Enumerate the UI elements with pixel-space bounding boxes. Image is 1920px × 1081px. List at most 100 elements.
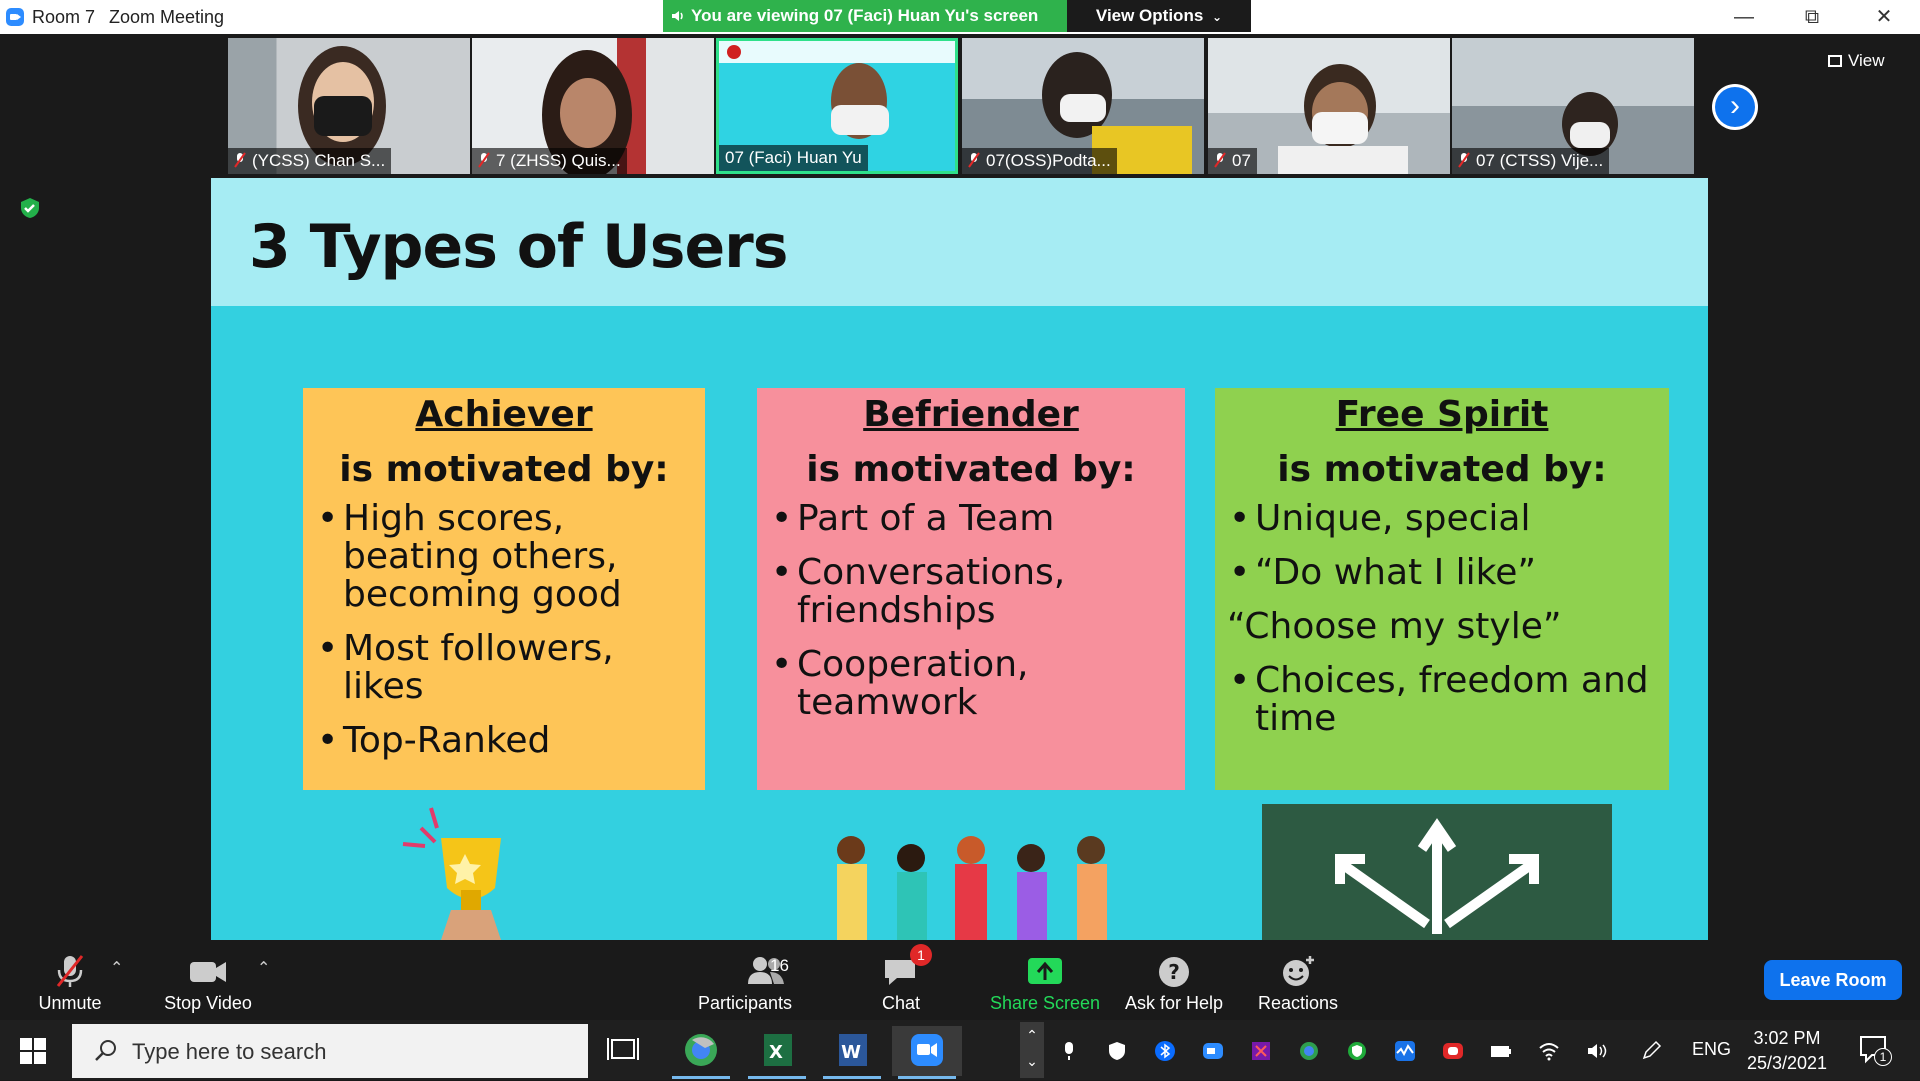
muted-mic-icon xyxy=(968,152,980,168)
browser-app-icon[interactable] xyxy=(666,1026,736,1079)
list-item: High scores, beating others, becoming go… xyxy=(303,500,705,614)
card-list: Unique, special “Do what I like” “Choose… xyxy=(1215,500,1669,738)
participants-count: 16 xyxy=(770,956,789,975)
list-item: Unique, special xyxy=(1215,500,1669,539)
stop-video-button[interactable]: Stop Video xyxy=(150,940,266,1020)
search-icon xyxy=(95,1040,116,1061)
muted-mic-icon xyxy=(478,152,490,168)
pen-tray-icon[interactable] xyxy=(1640,1040,1662,1062)
card-heading: Free Spirit xyxy=(1335,394,1549,435)
chat-button[interactable]: 1 Chat xyxy=(866,940,936,1020)
participant-name-tag: 07(OSS)Podta... xyxy=(962,148,1117,174)
taskbar-clock[interactable]: 3:02 PM 25/3/2021 xyxy=(1742,1026,1832,1076)
muted-mic-icon xyxy=(234,152,246,168)
participant-thumbnail[interactable]: (YCSS) Chan S... xyxy=(228,38,470,174)
wifi-tray-icon[interactable] xyxy=(1538,1040,1560,1062)
ask-for-help-button[interactable]: ? Ask for Help xyxy=(1116,940,1232,1020)
ask-for-help-label: Ask for Help xyxy=(1124,993,1224,1013)
participant-name-tag: 07 (CTSS) Vije... xyxy=(1452,148,1610,174)
onenote-tray-icon[interactable] xyxy=(1250,1040,1272,1062)
minimize-button[interactable]: — xyxy=(1716,0,1772,34)
participant-name-tag: 07 (Faci) Huan Yu xyxy=(719,145,868,171)
participant-name-tag: 7 (ZHSS) Quis... xyxy=(472,148,627,174)
participants-button[interactable]: 16 Participants xyxy=(680,940,810,1020)
participant-name: 07 (CTSS) Vije... xyxy=(1476,151,1604,170)
volume-tray-icon[interactable] xyxy=(1586,1040,1608,1062)
participant-thumbnail[interactable]: 7 (ZHSS) Quis... xyxy=(472,38,714,174)
muted-mic-icon xyxy=(1214,152,1226,168)
slide-header: 3 Types of Users xyxy=(211,178,1708,306)
card-list: Part of a Team Conversations, friendship… xyxy=(757,500,1185,722)
battery-tray-icon[interactable] xyxy=(1490,1040,1512,1062)
chevron-down-icon: ⌄ xyxy=(1212,10,1223,24)
input-language[interactable]: ENG xyxy=(1692,1039,1731,1060)
grid-icon xyxy=(1828,55,1842,67)
view-options-button[interactable]: View Options ⌄ xyxy=(1067,0,1251,32)
card-list: High scores, beating others, becoming go… xyxy=(303,500,705,761)
view-layout-button[interactable]: View xyxy=(1828,46,1910,76)
clock-date: 25/3/2021 xyxy=(1746,1053,1828,1073)
chat-badge: 1 xyxy=(910,944,932,966)
task-view-icon[interactable] xyxy=(588,1026,658,1076)
participant-name: (YCSS) Chan S... xyxy=(252,151,386,170)
notifications-button[interactable]: 1 xyxy=(1858,1034,1894,1068)
share-screen-label: Share Screen xyxy=(989,993,1101,1013)
list-item: “Do what I like” xyxy=(1215,554,1669,593)
trophy-illustration xyxy=(402,807,501,940)
arrows-icon xyxy=(1335,818,1539,934)
clock-time: 3:02 PM xyxy=(1753,1028,1821,1048)
next-page-button[interactable]: › xyxy=(1712,84,1758,130)
video-options-caret[interactable]: ⌃ xyxy=(257,958,270,978)
security-tray-icon[interactable] xyxy=(1106,1040,1128,1062)
taskbar-search-box[interactable]: Type here to search xyxy=(72,1024,588,1078)
view-options-label: View Options xyxy=(1095,6,1204,25)
participant-thumbnail[interactable]: 07(OSS)Podta... xyxy=(962,38,1204,174)
audio-options-caret[interactable]: ⌃ xyxy=(110,958,123,978)
notification-count: 1 xyxy=(1874,1048,1892,1066)
svg-text:X: X xyxy=(769,1042,783,1063)
chat-label: Chat xyxy=(881,993,921,1013)
word-app-icon[interactable]: W xyxy=(817,1026,887,1079)
unmute-button[interactable]: Unmute xyxy=(20,940,120,1020)
close-button[interactable]: ✕ xyxy=(1856,0,1912,34)
share-screen-icon xyxy=(1028,958,1062,984)
participant-name: 07 xyxy=(1232,151,1251,170)
muted-mic-icon xyxy=(56,955,84,987)
reactions-button[interactable]: Reactions xyxy=(1248,940,1348,1020)
free-spirit-card: Free Spirit is motivated by: Unique, spe… xyxy=(1215,388,1669,790)
reactions-label: Reactions xyxy=(1257,993,1339,1013)
restore-button[interactable]: ⧉ xyxy=(1784,0,1840,34)
zoom-tray-icon[interactable] xyxy=(1202,1040,1224,1062)
card-heading: Achiever xyxy=(415,394,593,435)
card-heading: Befriender xyxy=(863,394,1079,435)
participant-name-tag: (YCSS) Chan S... xyxy=(228,148,392,174)
arrows-chalkboard-illustration xyxy=(1262,804,1612,940)
record-tray-icon[interactable] xyxy=(1442,1040,1464,1062)
view-layout-label: View xyxy=(1848,51,1885,70)
leave-room-button[interactable]: Leave Room xyxy=(1764,960,1902,1000)
microphone-tray-icon[interactable] xyxy=(1058,1040,1080,1062)
chevron-right-icon: › xyxy=(1715,87,1755,127)
window-title: Zoom Meeting xyxy=(109,7,225,27)
svg-text:W: W xyxy=(841,1042,861,1063)
viewing-screen-banner: You are viewing 07 (Faci) Huan Yu's scre… xyxy=(663,0,1067,32)
activity-tray-icon[interactable] xyxy=(1394,1040,1416,1062)
globe-tray-icon[interactable] xyxy=(1298,1040,1320,1062)
encryption-shield-icon[interactable] xyxy=(18,196,42,220)
participant-thumbnail-active[interactable]: 07 (Faci) Huan Yu xyxy=(716,38,958,174)
vpn-tray-icon[interactable] xyxy=(1346,1040,1368,1062)
share-screen-button[interactable]: Share Screen xyxy=(980,940,1110,1020)
svg-text:?: ? xyxy=(1168,960,1180,984)
excel-app-icon[interactable]: X xyxy=(742,1026,812,1079)
list-item: Most followers, likes xyxy=(303,630,705,706)
participant-thumbnail[interactable]: 07 xyxy=(1208,38,1450,174)
zoom-taskbar-icon[interactable] xyxy=(892,1026,962,1079)
card-subheading: is motivated by: xyxy=(339,449,669,490)
list-item: Part of a Team xyxy=(757,500,1185,539)
windows-start-icon[interactable] xyxy=(20,1038,46,1064)
participant-thumbnail[interactable]: 07 (CTSS) Vije... xyxy=(1452,38,1694,174)
viewing-screen-label: You are viewing 07 (Faci) Huan Yu's scre… xyxy=(691,6,1039,25)
search-placeholder: Type here to search xyxy=(132,1039,327,1064)
show-hidden-icons-button[interactable]: ⌃ ⌄ xyxy=(1020,1022,1044,1078)
bluetooth-tray-icon[interactable] xyxy=(1154,1040,1176,1062)
